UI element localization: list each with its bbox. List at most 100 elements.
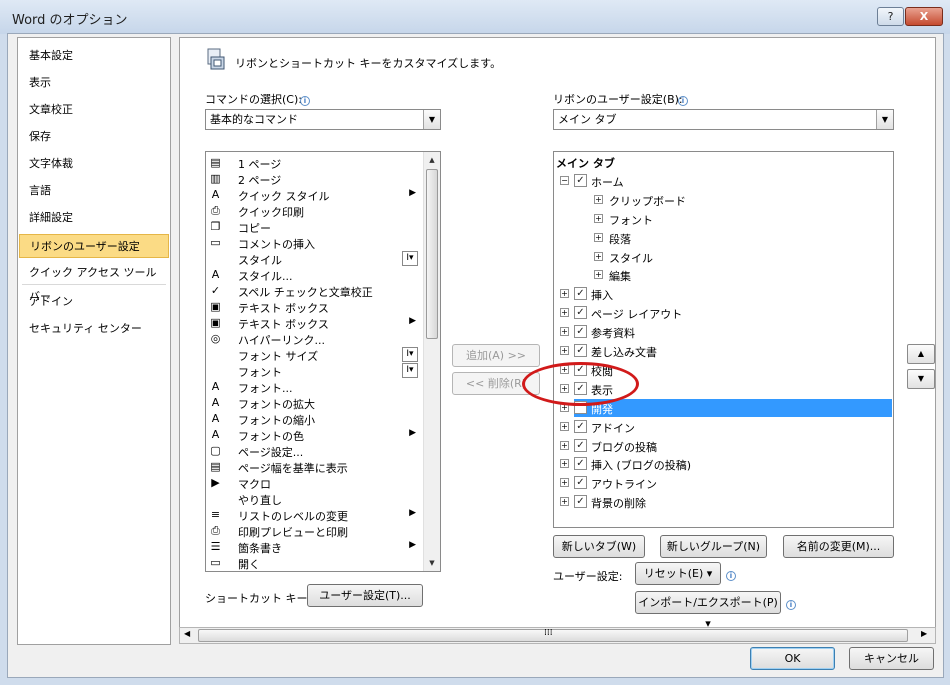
nav-item[interactable]: アドイン — [19, 290, 169, 314]
command-item[interactable]: ≡ リストのレベルの変更 ▶ — [208, 507, 420, 523]
tree-node[interactable]: + ✓ 挿入 (ブログの投稿) — [554, 455, 874, 473]
expand-icon[interactable]: + — [594, 213, 603, 223]
command-list[interactable]: ▭ 開く ☰ 箇条書き ▶ ⎙ 印刷プレビューと印刷 ≡ リストのレベルの変更 ▶ やり直し ▶ マクロ… — [205, 151, 441, 572]
ribbon-customize-info-icon[interactable]: i — [678, 92, 688, 106]
command-item[interactable]: A クイック スタイル ▶ — [208, 187, 420, 203]
nav-item[interactable]: 基本設定 — [19, 44, 169, 68]
close-button[interactable]: X — [905, 7, 943, 26]
checkbox[interactable]: ✓ — [574, 287, 587, 301]
expand-icon[interactable]: + — [594, 194, 603, 204]
command-item[interactable]: やり直し — [208, 491, 420, 507]
expand-icon[interactable]: + — [560, 346, 569, 355]
scroll-thumb[interactable] — [426, 169, 438, 339]
tree-node[interactable]: + ✓ ページ レイアウト — [554, 304, 874, 322]
command-item[interactable]: ▭ コメントの挿入 — [208, 235, 420, 251]
expand-icon[interactable]: + — [594, 251, 603, 261]
expand-icon[interactable]: + — [560, 327, 569, 337]
command-item[interactable]: A フォント... — [208, 379, 420, 395]
command-source-combo[interactable]: 基本的なコマンド ▼ — [205, 109, 441, 130]
command-item[interactable]: フォント I▾ — [208, 363, 420, 379]
move-up-button[interactable]: ▲ — [907, 344, 935, 364]
scroll-down-arrow-icon[interactable]: ▼ — [424, 555, 440, 571]
command-item[interactable]: ▶ マクロ — [208, 475, 420, 491]
scroll-right-arrow-icon[interactable]: ▶ — [921, 629, 927, 638]
tree-node[interactable]: + 段落 — [554, 229, 874, 247]
ok-button[interactable]: OK — [750, 647, 835, 670]
tree-node[interactable]: + スタイル — [554, 248, 874, 266]
command-item[interactable]: ▣ テキスト ボックス — [208, 299, 420, 315]
expand-icon[interactable]: + — [560, 497, 569, 507]
expand-icon[interactable]: + — [560, 459, 569, 469]
new-group-button[interactable]: 新しいグループ(N) — [660, 535, 767, 558]
command-item[interactable]: ▤ 1 ページ — [208, 155, 420, 171]
horizontal-scrollbar[interactable]: ◀ ⁞⁞⁞ ▶ — [179, 627, 936, 644]
checkbox[interactable]: ✓ — [574, 325, 587, 339]
nav-item[interactable]: 表示 — [19, 71, 169, 95]
tree-node[interactable]: + ✓ 挿入 — [554, 285, 874, 303]
chevron-down-icon[interactable]: ▼ — [423, 110, 440, 129]
command-item[interactable]: ▢ ページ設定... — [208, 443, 420, 459]
checkbox[interactable]: ✓ — [574, 495, 587, 509]
command-item[interactable]: スタイル I▾ — [208, 251, 420, 267]
cancel-button[interactable]: キャンセル — [849, 647, 934, 670]
nav-item[interactable]: セキュリティ センター — [19, 317, 169, 341]
chevron-down-icon[interactable]: ▼ — [876, 110, 893, 129]
expand-icon[interactable]: + — [560, 478, 569, 488]
reset-button[interactable]: リセット(E) ▾ — [635, 562, 721, 585]
expand-icon[interactable]: + — [560, 289, 569, 299]
command-item[interactable]: ⎙ クイック印刷 — [208, 203, 420, 219]
checkbox[interactable]: ✓ — [574, 419, 587, 433]
nav-item[interactable]: 文章校正 — [19, 98, 169, 122]
command-item[interactable]: ▤ ページ幅を基準に表示 — [208, 459, 420, 475]
scroll-left-arrow-icon[interactable]: ◀ — [184, 629, 190, 638]
command-item[interactable]: ❐ コピー — [208, 219, 420, 235]
ribbon-tabs-combo[interactable]: メイン タブ ▼ — [553, 109, 894, 130]
add-button[interactable]: 追加(A) >> — [452, 344, 540, 367]
collapse-icon[interactable]: − — [560, 175, 569, 185]
nav-item[interactable]: クイック アクセス ツール バー — [19, 261, 169, 303]
ribbon-tree[interactable]: メイン タブ − ✓ ホーム + クリップボード + フォント + 段落 + スタイル + 編集 + ✓ 挿入 +… — [553, 151, 894, 528]
tree-node[interactable]: + フォント — [554, 210, 874, 228]
expand-icon[interactable]: + — [560, 421, 569, 431]
command-item[interactable]: ▭ 開く — [208, 555, 420, 571]
move-down-button[interactable]: ▼ — [907, 369, 935, 389]
command-item[interactable]: A フォントの色 ▶ — [208, 427, 420, 443]
horizontal-scroll-thumb[interactable] — [198, 629, 908, 642]
scroll-up-arrow-icon[interactable]: ▲ — [424, 152, 440, 168]
checkbox[interactable]: ✓ — [574, 344, 587, 357]
tree-node[interactable]: + ✓ ブログの投稿 — [554, 437, 874, 455]
command-item[interactable]: ▥ 2 ページ — [208, 171, 420, 187]
command-item[interactable]: A フォントの縮小 — [208, 411, 420, 427]
tree-node[interactable]: + ✓ 背景の削除 — [554, 493, 874, 511]
tree-node[interactable]: + クリップボード — [554, 191, 874, 209]
expand-icon[interactable]: + — [594, 270, 603, 280]
command-item[interactable]: ▣ テキスト ボックス ▶ — [208, 315, 420, 331]
import-export-info-icon[interactable]: i — [786, 596, 796, 610]
expand-icon[interactable]: + — [594, 232, 603, 242]
shortcut-customize-button[interactable]: ユーザー設定(T)... — [307, 584, 423, 607]
checkbox[interactable]: ✓ — [574, 306, 587, 320]
tree-node[interactable]: + ✓ アウトライン — [554, 474, 874, 492]
command-item[interactable]: ☰ 箇条書き ▶ — [208, 539, 420, 555]
command-item[interactable]: ⎙ 印刷プレビューと印刷 — [208, 523, 420, 539]
import-export-button[interactable]: インポート/エクスポート(P) ▾ — [635, 591, 781, 630]
checkbox[interactable]: ✓ — [574, 457, 587, 471]
tree-node[interactable]: + 開発 — [560, 398, 892, 417]
rename-button[interactable]: 名前の変更(M)... — [783, 535, 894, 558]
command-item[interactable]: A スタイル... — [208, 267, 420, 283]
checkbox[interactable]: ✓ — [574, 173, 587, 187]
nav-item[interactable]: 文字体裁 — [19, 152, 169, 176]
help-button[interactable]: ? — [877, 7, 904, 26]
tree-node[interactable]: + ✓ 差し込み文書 — [554, 342, 874, 360]
command-item[interactable]: ◎ ハイパーリンク... — [208, 331, 420, 347]
nav-item[interactable]: 言語 — [19, 179, 169, 203]
command-item[interactable]: A フォントの拡大 — [208, 395, 420, 411]
tree-node[interactable]: メイン タブ — [554, 153, 874, 171]
nav-item[interactable]: リボンのユーザー設定 — [19, 234, 169, 258]
checkbox[interactable]: ✓ — [574, 438, 587, 452]
tree-node[interactable]: + ✓ アドイン — [554, 418, 874, 436]
tree-node[interactable]: + 編集 — [554, 266, 874, 284]
nav-item[interactable]: 詳細設定 — [19, 206, 169, 230]
reset-info-icon[interactable]: i — [726, 567, 736, 581]
tree-node[interactable]: − ✓ ホーム — [554, 172, 874, 190]
